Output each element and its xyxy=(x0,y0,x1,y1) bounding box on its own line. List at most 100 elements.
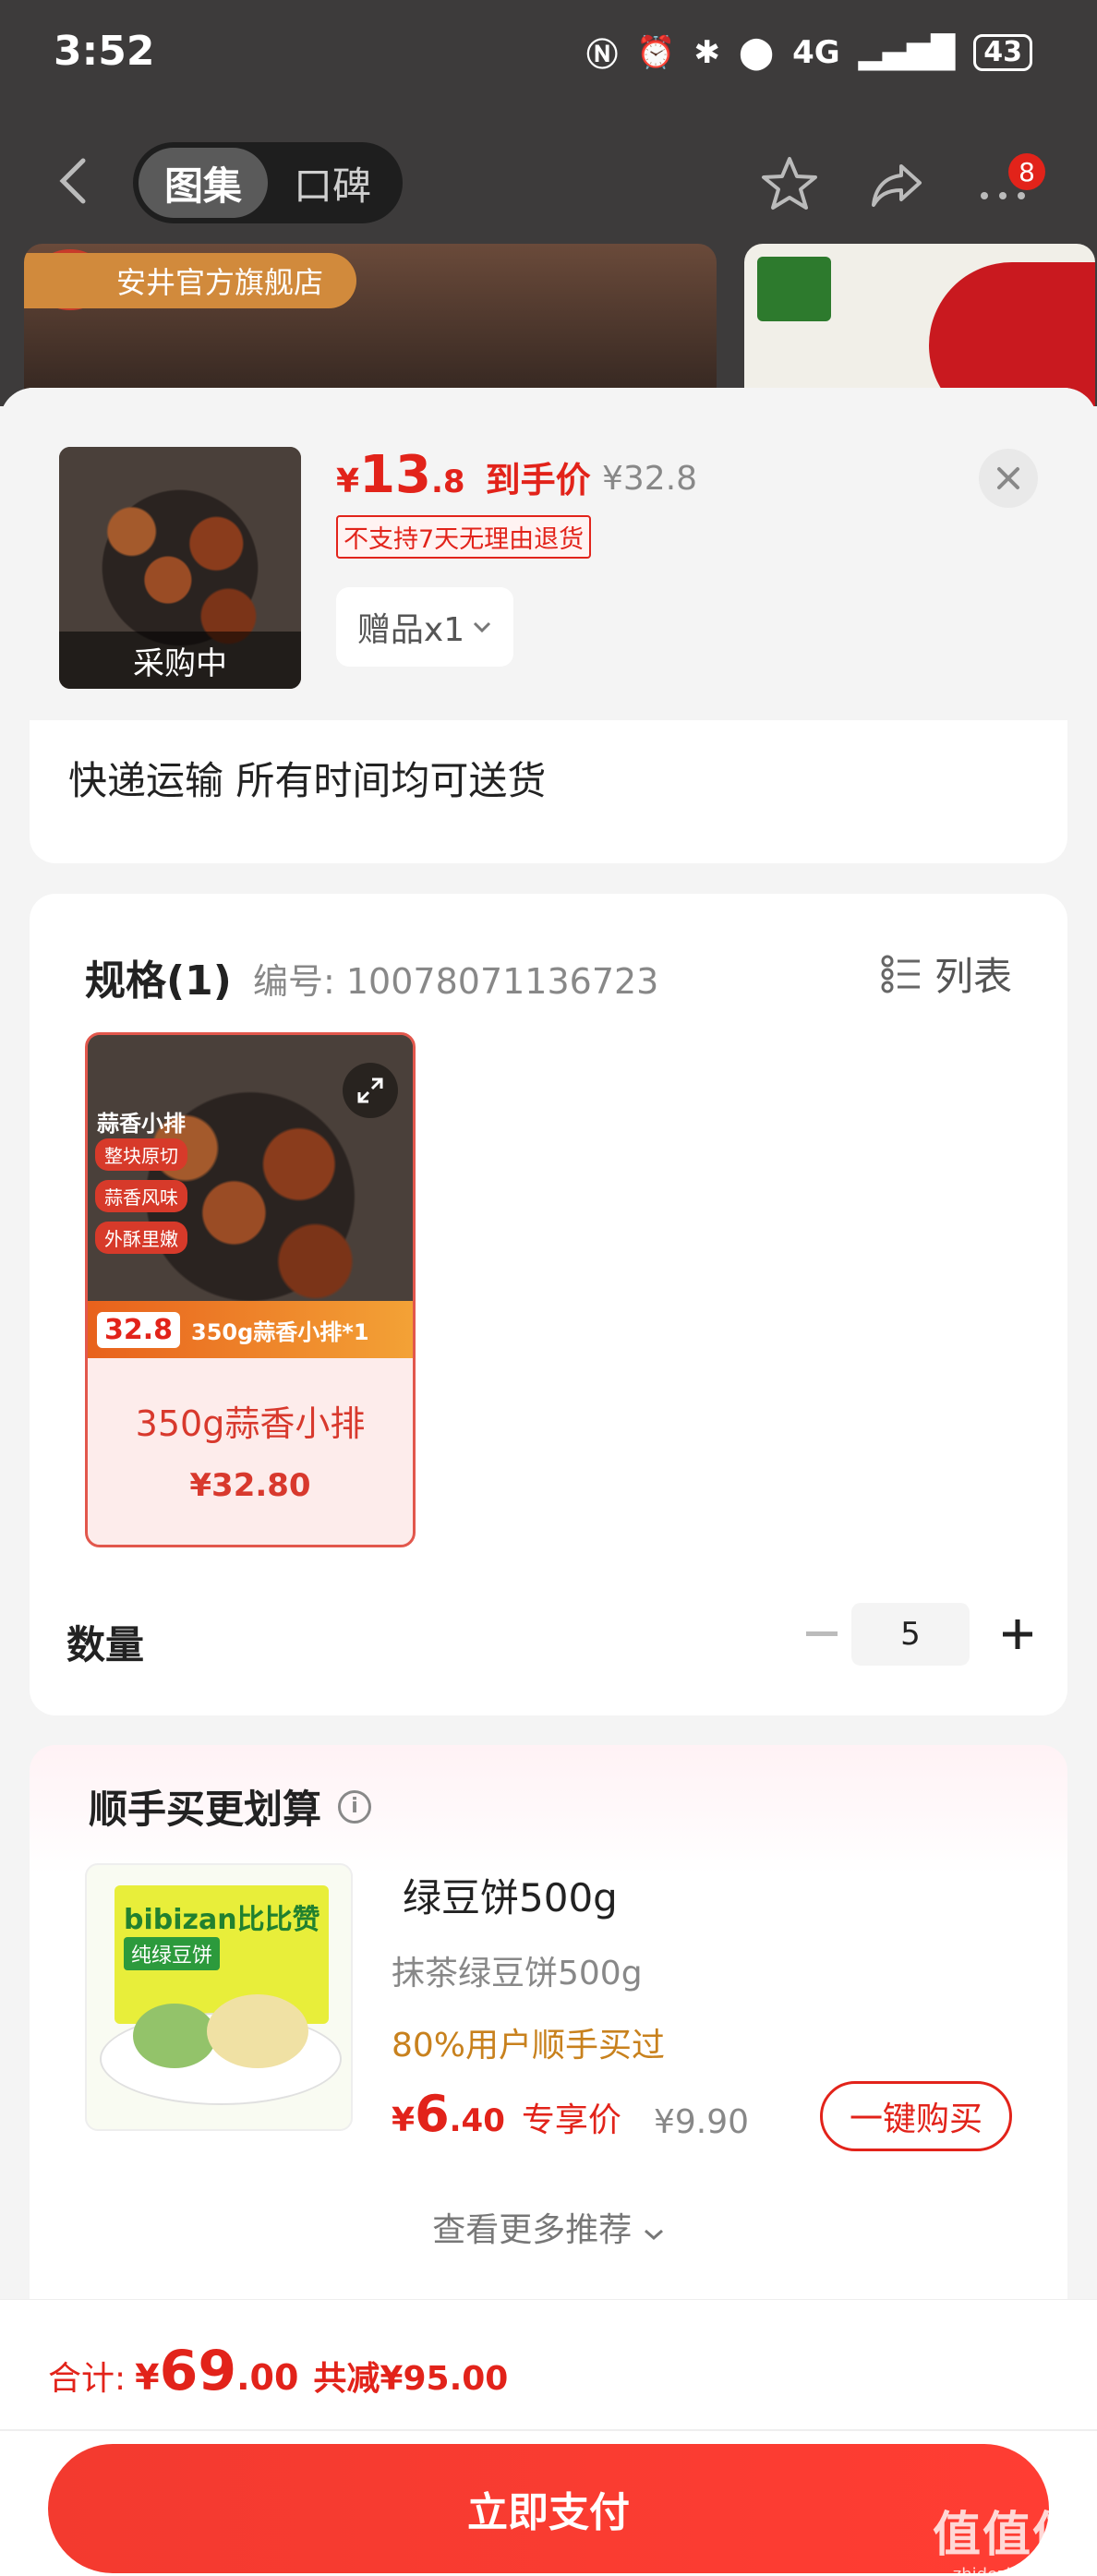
tab-gallery[interactable]: 图集 xyxy=(139,148,268,218)
product-thumbnail[interactable]: 采购中 xyxy=(59,447,301,689)
recommend-product-sub: 抹茶绿豆饼500g xyxy=(392,1955,643,1992)
spec-tag: 外酥里嫩 xyxy=(95,1222,187,1254)
one-click-buy-button[interactable]: 一键购买 xyxy=(820,2081,1012,2151)
recommend-product-image[interactable]: bibizan比比赞 纯绿豆饼 xyxy=(85,1863,353,2131)
original-price: ¥32.8 xyxy=(602,460,698,498)
delivery-card: 快递运输 所有时间均可送货 xyxy=(30,702,1067,863)
chevron-down-icon xyxy=(644,2229,663,2241)
background-page: 3:52 Ⓝ ⏰ ✱ ⬤ 4G ▂▄▆█ 43 图集 口碑 8 安井官方旗舰店 xyxy=(0,0,1097,406)
more-icon[interactable]: 8 xyxy=(975,153,1067,214)
total-currency: ¥ xyxy=(135,2357,160,2398)
order-total: 合计: ¥ 69 .00 共减¥95.00 xyxy=(48,2339,508,2403)
tab-reviews[interactable]: 口碑 xyxy=(268,148,397,218)
signal-icon: ▂▄▆█ xyxy=(858,33,956,71)
info-icon[interactable]: i xyxy=(338,1789,372,1824)
product-code: 编号: 10078071136723 xyxy=(253,961,659,1002)
spec-image-tags: 整块原切 蒜香风味 外酥里嫩 xyxy=(95,1138,187,1254)
quantity-input[interactable]: 5 xyxy=(851,1603,970,1666)
recommend-original-price: ¥9.90 xyxy=(654,2103,750,2141)
network-label: 4G xyxy=(792,33,840,71)
recommend-title: 顺手买更划算 i xyxy=(89,1778,372,1835)
purchase-sheet: 采购中 ¥ 13 .8 到手价 ¥32.8 不支持7天无理由退货 赠品x1 快递… xyxy=(0,388,1097,2576)
sheet-header: 采购中 ¥ 13 .8 到手价 ¥32.8 不支持7天无理由退货 赠品x1 xyxy=(0,388,1097,720)
final-price: ¥ 13 .8 到手价 xyxy=(336,445,591,505)
thumbnail-status: 采购中 xyxy=(59,632,301,689)
promo-logo xyxy=(929,262,1095,406)
product-box-sub: 纯绿豆饼 xyxy=(124,1937,221,1970)
recommend-title-text: 顺手买更划算 xyxy=(89,1787,322,1832)
price-integer: 13 xyxy=(359,445,431,505)
price-currency: ¥ xyxy=(336,463,360,500)
chevron-down-icon xyxy=(474,621,491,633)
notification-badge: 8 xyxy=(1008,153,1045,190)
price-label: 专享价 xyxy=(521,2101,621,2139)
quantity-label: 数量 xyxy=(66,1622,145,1667)
pay-now-button[interactable]: 立即支付 xyxy=(48,2444,1049,2573)
spec-promo-strip: 32.8 350g蒜香小排*1 xyxy=(88,1301,413,1358)
close-icon xyxy=(997,467,1019,489)
total-integer: 69 xyxy=(159,2339,237,2403)
spec-option-name: 350g蒜香小排 xyxy=(135,1403,366,1444)
product-box: bibizan比比赞 纯绿豆饼 xyxy=(115,1885,329,2024)
price-currency: ¥ xyxy=(392,2101,416,2139)
spec-tag: 整块原切 xyxy=(95,1138,187,1171)
store-tag: 安井官方旗舰店 xyxy=(24,253,356,308)
star-icon[interactable] xyxy=(759,153,820,214)
back-icon[interactable] xyxy=(52,153,98,209)
spec-option-selected[interactable]: 蒜香小排 整块原切 蒜香风味 外酥里嫩 32.8 350g蒜香小排*1 350g… xyxy=(85,1032,416,1547)
watermark-logo: 值值值 xyxy=(932,2508,1082,2563)
battery-icon: 43 xyxy=(973,33,1032,71)
status-bar: 3:52 Ⓝ ⏰ ✱ ⬤ 4G ▂▄▆█ 43 xyxy=(0,0,1097,111)
nfc-icon: Ⓝ xyxy=(586,37,619,74)
spec-title: 规格(1) xyxy=(85,957,232,1005)
delivery-text: 快递运输 所有时间均可送货 xyxy=(68,758,547,803)
price-label: 到手价 xyxy=(485,460,591,500)
cake-green xyxy=(133,2004,216,2068)
spec-option-price: ¥32.80 xyxy=(189,1467,311,1504)
spec-promo-price: 32.8 xyxy=(97,1311,181,1348)
spec-promo-text: 350g蒜香小排*1 xyxy=(191,1318,369,1345)
quantity-increase-button[interactable] xyxy=(988,1605,1047,1664)
recommend-card: 顺手买更划算 i bibizan比比赞 纯绿豆饼 绿豆饼500g 抹茶绿豆饼50… xyxy=(30,1745,1067,2364)
spec-option-image: 蒜香小排 整块原切 蒜香风味 外酥里嫩 32.8 350g蒜香小排*1 xyxy=(88,1035,413,1358)
recommend-bought-rate: 80%用户顺手买过 xyxy=(392,2027,666,2064)
price-decimal: .8 xyxy=(431,463,465,500)
watermark: 值值值 zhidezhi.com xyxy=(933,2496,1082,2576)
more-recommend-label: 查看更多推荐 xyxy=(432,2211,633,2249)
watermark-url: zhidezhi.com xyxy=(952,2565,1063,2576)
list-icon xyxy=(881,955,920,993)
divider xyxy=(0,2429,1097,2431)
status-icons: Ⓝ ⏰ ✱ ⬤ 4G ▂▄▆█ 43 xyxy=(586,30,1032,75)
share-icon[interactable] xyxy=(866,153,927,214)
bluetooth-icon: ✱ xyxy=(693,33,721,71)
list-view-button[interactable]: 列表 xyxy=(881,945,1012,1002)
price-integer: 6 xyxy=(415,2085,450,2143)
product-brand: bibizan比比赞 xyxy=(124,1904,320,1936)
quantity-decrease-button[interactable] xyxy=(792,1605,851,1664)
expand-icon[interactable] xyxy=(343,1063,398,1118)
close-button[interactable] xyxy=(979,449,1038,508)
total-label: 合计: xyxy=(48,2360,127,2398)
checkout-bar: 合计: ¥ 69 .00 共减¥95.00 立即支付 值值值 zhidezhi.… xyxy=(0,2299,1097,2576)
minus-icon xyxy=(806,1631,838,1636)
spec-card: 规格(1) 编号: 10078071136723 列表 蒜香小排 整块原切 蒜香… xyxy=(30,894,1067,1715)
status-time: 3:52 xyxy=(54,28,155,75)
gift-dropdown[interactable]: 赠品x1 xyxy=(336,587,513,667)
top-nav: 图集 口碑 8 xyxy=(0,137,1097,229)
price-decimal: .40 xyxy=(449,2102,505,2139)
cake-yellow xyxy=(207,1994,308,2068)
spec-image-name: 蒜香小排 xyxy=(97,1111,186,1137)
no-return-badge: 不支持7天无理由退货 xyxy=(336,515,592,559)
gallery-image-secondary[interactable] xyxy=(744,244,1095,406)
total-saved: 共减¥95.00 xyxy=(313,2360,509,2398)
recommend-product-name: 绿豆饼500g xyxy=(403,1875,618,1920)
location-icon: ⬤ xyxy=(739,33,775,71)
plus-icon xyxy=(1003,1619,1032,1649)
gallery-image-main[interactable]: 安井官方旗舰店 xyxy=(24,244,717,406)
list-label: 列表 xyxy=(934,954,1012,999)
more-recommend-link[interactable]: 查看更多推荐 xyxy=(30,2203,1067,2251)
tab-pill: 图集 口碑 xyxy=(133,142,403,223)
brand-logo xyxy=(757,257,831,321)
recommend-price: ¥ 6 .40 专享价 xyxy=(392,2085,621,2143)
gift-label: 赠品x1 xyxy=(356,611,465,649)
